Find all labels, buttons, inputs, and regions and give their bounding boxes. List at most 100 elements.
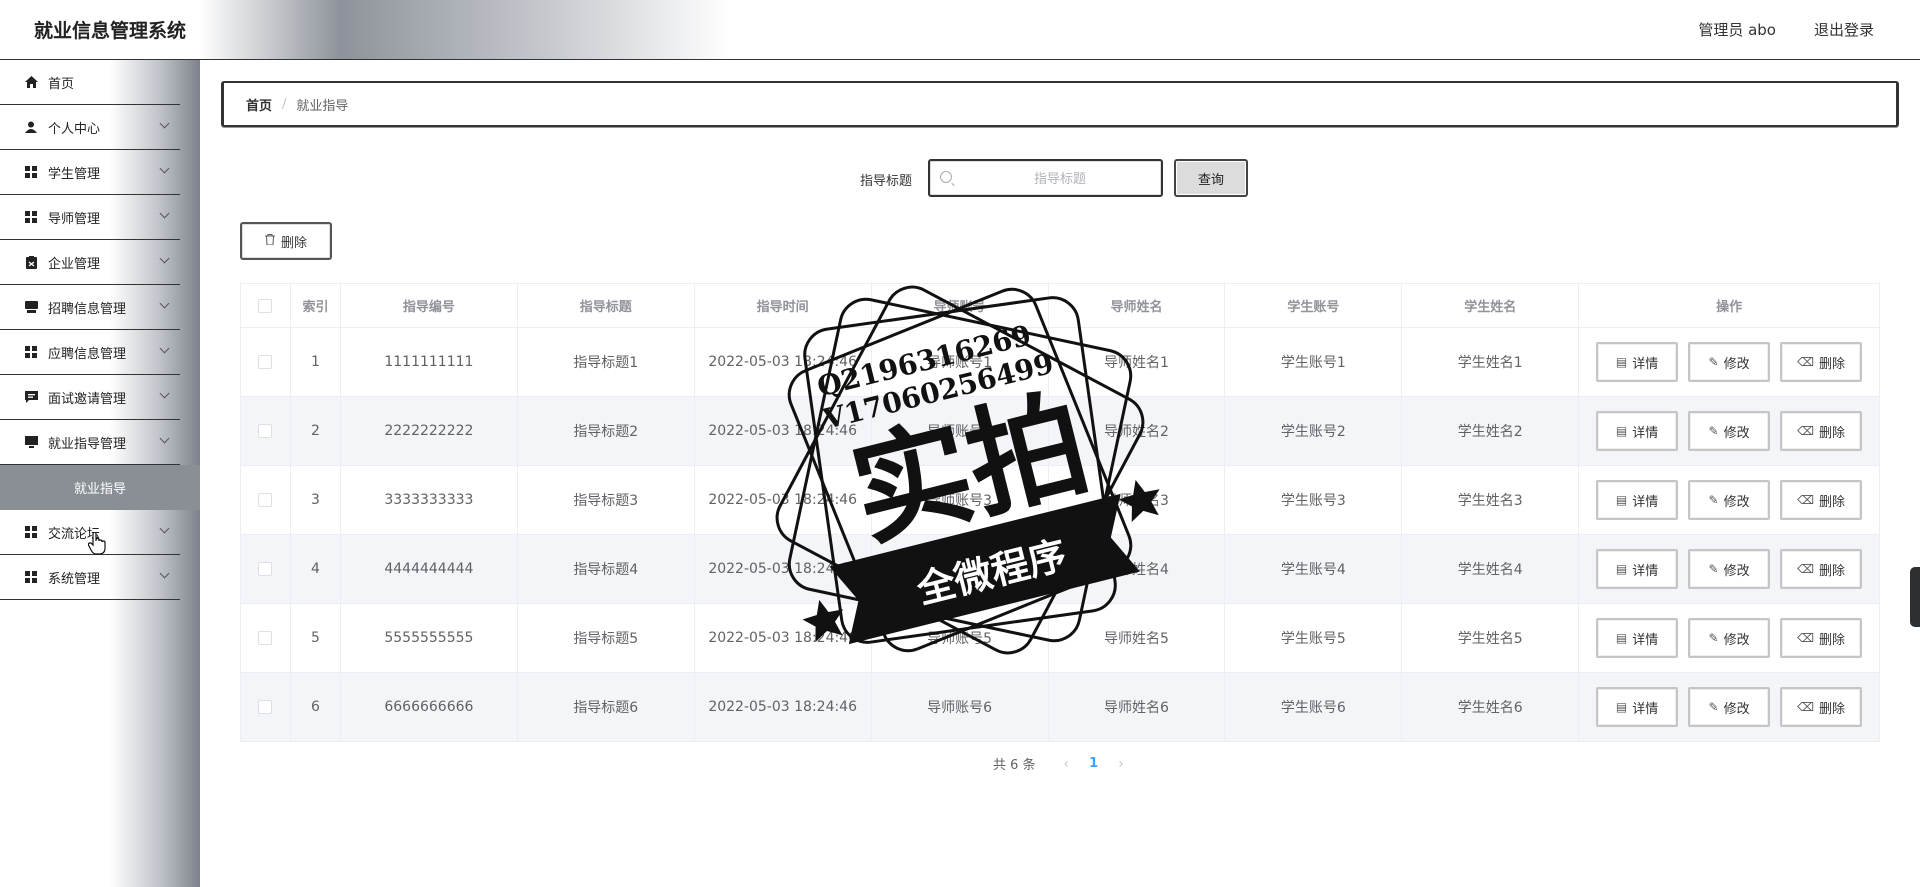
- table-row[interactable]: 1 1111111111 指导标题1 2022-05-03 18:24:46 导师账号1…: [241, 328, 1880, 397]
- chevron-down-icon: [159, 523, 170, 534]
- cell-actions: ▤ 详情 ✎ 修改 ⌫ 删除: [1579, 604, 1880, 673]
- cell-index: 2: [290, 397, 341, 466]
- search-icon: [940, 171, 952, 183]
- breadcrumb-home-link[interactable]: 首页: [246, 95, 272, 114]
- cell-actions: ▤ 详情 ✎ 修改 ⌫ 删除: [1579, 535, 1880, 604]
- cell-index: 4: [290, 535, 341, 604]
- table-body: 1 1111111111 指导标题1 2022-05-03 18:24:46 导师账号1…: [241, 328, 1880, 742]
- detail-button[interactable]: ▤ 详情: [1596, 618, 1679, 658]
- cell-tutor-account: 导师账号4: [871, 535, 1049, 604]
- row-checkbox[interactable]: [258, 631, 273, 645]
- prev-page-icon[interactable]: ‹: [1064, 756, 1070, 772]
- header-select-cell: [241, 284, 291, 328]
- detail-button[interactable]: ▤ 详情: [1596, 687, 1679, 727]
- search-input[interactable]: [960, 161, 1160, 195]
- cell-student-account: 学生账号5: [1225, 604, 1403, 673]
- delete-button[interactable]: ⌫ 删除: [1780, 618, 1863, 658]
- admin-user-label[interactable]: 管理员 abo: [1698, 19, 1776, 40]
- sidebar-item-system-management[interactable]: 系统管理: [0, 555, 180, 600]
- document-icon: ▤: [1615, 424, 1628, 438]
- delete-button[interactable]: ⌫ 删除: [1780, 342, 1863, 382]
- table-row[interactable]: 4 4444444444 指导标题4 2022-05-03 18:24:46 导师账号4…: [241, 535, 1880, 604]
- trash-icon: ⌫: [1797, 493, 1815, 507]
- pencil-icon: ✎: [1708, 424, 1719, 438]
- table-row[interactable]: 5 5555555555 指导标题5 2022-05-03 18:24:46 导师账号5…: [241, 604, 1880, 673]
- detail-button-label: 详情: [1632, 563, 1659, 579]
- cell-tutor-account: 导师账号6: [871, 673, 1049, 742]
- header-user-area: 管理员 abo 退出登录: [1698, 19, 1874, 40]
- sidebar-item-personal-center[interactable]: 个人中心: [0, 105, 180, 150]
- delete-button[interactable]: ⌫ 删除: [1780, 480, 1863, 520]
- chevron-down-icon: [159, 118, 170, 129]
- batch-delete-button[interactable]: 删除: [240, 222, 332, 260]
- sidebar-item-recruitment-management[interactable]: 招聘信息管理: [0, 285, 180, 330]
- chevron-down-icon: [159, 433, 170, 444]
- search-field[interactable]: [928, 159, 1163, 197]
- logout-link[interactable]: 退出登录: [1814, 19, 1874, 40]
- edge-handle[interactable]: [1910, 567, 1920, 627]
- cell-actions: ▤ 详情 ✎ 修改 ⌫ 删除: [1579, 466, 1880, 535]
- cell-student-name: 学生姓名1: [1402, 328, 1580, 397]
- cell-student-name: 学生姓名2: [1402, 397, 1580, 466]
- sidebar-item-home[interactable]: 首页: [0, 60, 180, 105]
- document-icon: ▤: [1615, 631, 1628, 645]
- delete-button[interactable]: ⌫ 删除: [1780, 411, 1863, 451]
- edit-button[interactable]: ✎ 修改: [1688, 549, 1771, 589]
- row-checkbox[interactable]: [258, 424, 273, 438]
- grid-icon: [24, 165, 38, 179]
- edit-button-label: 修改: [1723, 701, 1750, 717]
- guidance-table: 索引 指导编号 指导标题 指导时间 导师账号 导师姓名 学生账号 学生姓名 操作…: [240, 283, 1880, 742]
- chevron-down-icon: [159, 298, 170, 309]
- delete-button[interactable]: ⌫ 删除: [1780, 549, 1863, 589]
- delete-button-label: 删除: [1819, 425, 1846, 441]
- sidebar-item-tutor-management[interactable]: 导师管理: [0, 195, 180, 240]
- edit-button[interactable]: ✎ 修改: [1688, 480, 1771, 520]
- row-checkbox[interactable]: [258, 562, 273, 576]
- table-row[interactable]: 2 2222222222 指导标题2 2022-05-03 18:24:46 导师账号2…: [241, 397, 1880, 466]
- detail-button[interactable]: ▤ 详情: [1596, 549, 1679, 589]
- column-header-tutor-account: 导师账号: [871, 284, 1049, 328]
- edit-button[interactable]: ✎ 修改: [1688, 687, 1771, 727]
- query-button[interactable]: 查询: [1174, 159, 1248, 197]
- top-header: 就业信息管理系统 管理员 abo 退出登录: [0, 0, 1920, 60]
- sidebar-item-student-management[interactable]: 学生管理: [0, 150, 180, 195]
- grid-icon: [24, 210, 38, 224]
- cell-tutor-name: 导师姓名5: [1048, 604, 1226, 673]
- edit-button-label: 修改: [1723, 494, 1750, 510]
- detail-button[interactable]: ▤ 详情: [1596, 411, 1679, 451]
- pencil-icon: ✎: [1708, 493, 1719, 507]
- chevron-down-icon: [159, 163, 170, 174]
- edit-button[interactable]: ✎ 修改: [1688, 342, 1771, 382]
- sidebar-item-application-management[interactable]: 应聘信息管理: [0, 330, 180, 375]
- row-checkbox[interactable]: [258, 700, 273, 714]
- select-all-checkbox[interactable]: [258, 298, 273, 313]
- sidebar-item-label: 个人中心: [48, 121, 101, 137]
- document-icon: ▤: [1615, 493, 1628, 507]
- edit-button[interactable]: ✎ 修改: [1688, 411, 1771, 451]
- page-number[interactable]: 1: [1089, 756, 1098, 771]
- cell-tutor-name: 导师姓名1: [1048, 328, 1226, 397]
- row-checkbox[interactable]: [258, 493, 273, 507]
- detail-button-label: 详情: [1632, 701, 1659, 717]
- sidebar-item-company-management[interactable]: 企业管理: [0, 240, 180, 285]
- table-row[interactable]: 6 6666666666 指导标题6 2022-05-03 18:24:46 导师账号6…: [241, 673, 1880, 742]
- delete-button[interactable]: ⌫ 删除: [1780, 687, 1863, 727]
- detail-button[interactable]: ▤ 详情: [1596, 480, 1679, 520]
- row-checkbox[interactable]: [258, 355, 273, 369]
- pencil-icon: ✎: [1708, 562, 1719, 576]
- sidebar-item-interview-management[interactable]: 面试邀请管理: [0, 375, 180, 420]
- sidebar-subitem-guidance[interactable]: 就业指导: [0, 465, 200, 510]
- pagination: 共 6 条 ‹ 1 ›: [993, 754, 1136, 774]
- sidebar-item-forum[interactable]: 交流论坛: [0, 510, 180, 555]
- cell-student-account: 学生账号4: [1225, 535, 1403, 604]
- table-row[interactable]: 3 3333333333 指导标题3 2022-05-03 18:24:46 导师账号3…: [241, 466, 1880, 535]
- edit-button[interactable]: ✎ 修改: [1688, 618, 1771, 658]
- trash-icon: ⌫: [1797, 700, 1815, 714]
- next-page-icon[interactable]: ›: [1118, 756, 1124, 772]
- row-select-cell: [241, 397, 291, 466]
- cell-tutor-account: 导师账号1: [871, 328, 1049, 397]
- trash-icon: ⌫: [1797, 562, 1815, 576]
- detail-button[interactable]: ▤ 详情: [1596, 342, 1679, 382]
- cell-time: 2022-05-03 18:24:46: [694, 397, 872, 466]
- sidebar-item-guidance-management[interactable]: 就业指导管理: [0, 420, 180, 465]
